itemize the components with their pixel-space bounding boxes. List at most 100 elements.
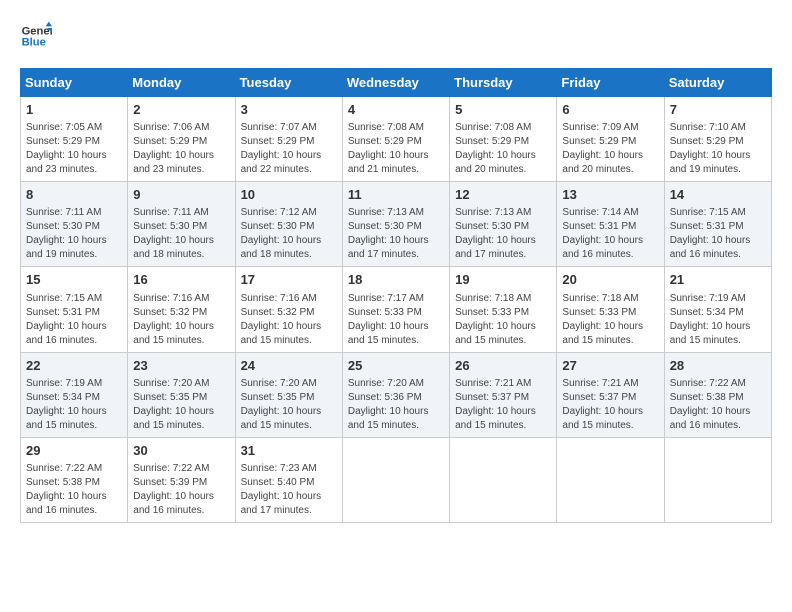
day-number: 3 <box>241 101 337 119</box>
calendar-cell: 6Sunrise: 7:09 AM Sunset: 5:29 PM Daylig… <box>557 97 664 182</box>
calendar-cell <box>664 437 771 522</box>
day-info: Sunrise: 7:17 AM Sunset: 5:33 PM Dayligh… <box>348 292 444 348</box>
calendar-cell: 28 Sunrise: 7:22 AM Sunset: 5:38 PM Dayli… <box>664 352 771 437</box>
calendar-cell: 17 Sunrise: 7:16 AM Sunset: 5:32 PM Dayli… <box>235 267 342 352</box>
calendar-cell: 11Sunrise: 7:13 AM Sunset: 5:30 PM Dayli… <box>342 182 449 267</box>
calendar-cell: 1 Sunrise: 7:05 AM Sunset: 5:29 PM Daylig… <box>21 97 128 182</box>
calendar-cell: 14 Sunrise: 7:15 AM Sunset: 5:31 PM Dayli… <box>664 182 771 267</box>
day-number: 27 <box>562 357 658 375</box>
day-number: 14 <box>670 186 766 204</box>
weekday-header-wednesday: Wednesday <box>342 69 449 97</box>
day-info: Sunrise: 7:10 AM Sunset: 5:29 PM Dayligh… <box>670 121 766 177</box>
day-number: 8 <box>26 186 122 204</box>
weekday-header-tuesday: Tuesday <box>235 69 342 97</box>
day-number: 28 <box>670 357 766 375</box>
day-info: Sunrise: 7:22 AM Sunset: 5:38 PM Dayligh… <box>26 462 122 518</box>
day-info: Sunrise: 7:21 AM Sunset: 5:37 PM Dayligh… <box>455 377 551 433</box>
weekday-header-monday: Monday <box>128 69 235 97</box>
day-number: 6 <box>562 101 658 119</box>
day-info: Sunrise: 7:19 AM Sunset: 5:34 PM Dayligh… <box>26 377 122 433</box>
day-number: 15 <box>26 271 122 289</box>
day-number: 26 <box>455 357 551 375</box>
calendar-cell <box>342 437 449 522</box>
calendar-cell: 21 Sunrise: 7:19 AM Sunset: 5:34 PM Dayli… <box>664 267 771 352</box>
calendar-week-row: 29Sunrise: 7:22 AM Sunset: 5:38 PM Dayli… <box>21 437 772 522</box>
calendar-cell: 2 Sunrise: 7:06 AM Sunset: 5:29 PM Daylig… <box>128 97 235 182</box>
day-info: Sunrise: 7:11 AM Sunset: 5:30 PM Dayligh… <box>26 206 122 262</box>
calendar-cell: 9 Sunrise: 7:11 AM Sunset: 5:30 PM Daylig… <box>128 182 235 267</box>
day-number: 16 <box>133 271 229 289</box>
calendar-cell: 20 Sunrise: 7:18 AM Sunset: 5:33 PM Dayli… <box>557 267 664 352</box>
day-info: Sunrise: 7:18 AM Sunset: 5:33 PM Dayligh… <box>562 292 658 348</box>
day-number: 9 <box>133 186 229 204</box>
weekday-header-row: SundayMondayTuesdayWednesdayThursdayFrid… <box>21 69 772 97</box>
day-info: Sunrise: 7:19 AM Sunset: 5:34 PM Dayligh… <box>670 292 766 348</box>
weekday-header-thursday: Thursday <box>450 69 557 97</box>
svg-text:General: General <box>22 25 52 37</box>
calendar-week-row: 22 Sunrise: 7:19 AM Sunset: 5:34 PM Dayli… <box>21 352 772 437</box>
calendar-cell: 31 Sunrise: 7:23 AM Sunset: 5:40 PM Dayli… <box>235 437 342 522</box>
calendar-week-row: 15 Sunrise: 7:15 AM Sunset: 5:31 PM Dayli… <box>21 267 772 352</box>
day-info: Sunrise: 7:06 AM Sunset: 5:29 PM Dayligh… <box>133 121 229 177</box>
day-info: Sunrise: 7:15 AM Sunset: 5:31 PM Dayligh… <box>670 206 766 262</box>
day-number: 20 <box>562 271 658 289</box>
day-info: Sunrise: 7:11 AM Sunset: 5:30 PM Dayligh… <box>133 206 229 262</box>
day-info: Sunrise: 7:12 AM Sunset: 5:30 PM Dayligh… <box>241 206 337 262</box>
day-info: Sunrise: 7:23 AM Sunset: 5:40 PM Dayligh… <box>241 462 337 518</box>
day-info: Sunrise: 7:20 AM Sunset: 5:35 PM Dayligh… <box>241 377 337 433</box>
svg-text:Blue: Blue <box>22 37 46 49</box>
calendar-cell: 3 Sunrise: 7:07 AM Sunset: 5:29 PM Daylig… <box>235 97 342 182</box>
calendar-cell: 30Sunrise: 7:22 AM Sunset: 5:39 PM Dayli… <box>128 437 235 522</box>
calendar-cell: 19 Sunrise: 7:18 AM Sunset: 5:33 PM Dayli… <box>450 267 557 352</box>
calendar-cell: 25 Sunrise: 7:20 AM Sunset: 5:36 PM Dayli… <box>342 352 449 437</box>
day-number: 23 <box>133 357 229 375</box>
day-info: Sunrise: 7:20 AM Sunset: 5:35 PM Dayligh… <box>133 377 229 433</box>
logo-icon: General Blue <box>20 20 52 52</box>
calendar-cell <box>557 437 664 522</box>
calendar-cell <box>450 437 557 522</box>
day-number: 18 <box>348 271 444 289</box>
day-number: 31 <box>241 442 337 460</box>
day-number: 19 <box>455 271 551 289</box>
day-number: 4 <box>348 101 444 119</box>
day-number: 1 <box>26 101 122 119</box>
day-number: 17 <box>241 271 337 289</box>
day-number: 2 <box>133 101 229 119</box>
day-info: Sunrise: 7:16 AM Sunset: 5:32 PM Dayligh… <box>241 292 337 348</box>
day-number: 21 <box>670 271 766 289</box>
calendar-cell: 12 Sunrise: 7:13 AM Sunset: 5:30 PM Dayli… <box>450 182 557 267</box>
day-number: 22 <box>26 357 122 375</box>
calendar-cell: 26 Sunrise: 7:21 AM Sunset: 5:37 PM Dayli… <box>450 352 557 437</box>
day-info: Sunrise: 7:22 AM Sunset: 5:39 PM Dayligh… <box>133 462 229 518</box>
calendar-cell: 27 Sunrise: 7:21 AM Sunset: 5:37 PM Dayli… <box>557 352 664 437</box>
day-number: 25 <box>348 357 444 375</box>
day-info: Sunrise: 7:21 AM Sunset: 5:37 PM Dayligh… <box>562 377 658 433</box>
day-info: Sunrise: 7:08 AM Sunset: 5:29 PM Dayligh… <box>455 121 551 177</box>
day-number: 24 <box>241 357 337 375</box>
day-info: Sunrise: 7:20 AM Sunset: 5:36 PM Dayligh… <box>348 377 444 433</box>
calendar-cell: 5Sunrise: 7:08 AM Sunset: 5:29 PM Daylig… <box>450 97 557 182</box>
day-info: Sunrise: 7:07 AM Sunset: 5:29 PM Dayligh… <box>241 121 337 177</box>
day-info: Sunrise: 7:18 AM Sunset: 5:33 PM Dayligh… <box>455 292 551 348</box>
day-info: Sunrise: 7:15 AM Sunset: 5:31 PM Dayligh… <box>26 292 122 348</box>
day-info: Sunrise: 7:22 AM Sunset: 5:38 PM Dayligh… <box>670 377 766 433</box>
day-info: Sunrise: 7:05 AM Sunset: 5:29 PM Dayligh… <box>26 121 122 177</box>
calendar-cell: 16 Sunrise: 7:16 AM Sunset: 5:32 PM Dayli… <box>128 267 235 352</box>
calendar-cell: 23 Sunrise: 7:20 AM Sunset: 5:35 PM Dayli… <box>128 352 235 437</box>
calendar-table: SundayMondayTuesdayWednesdayThursdayFrid… <box>20 68 772 523</box>
header: General Blue <box>20 20 772 52</box>
weekday-header-saturday: Saturday <box>664 69 771 97</box>
calendar-cell: 7 Sunrise: 7:10 AM Sunset: 5:29 PM Daylig… <box>664 97 771 182</box>
day-number: 12 <box>455 186 551 204</box>
day-info: Sunrise: 7:13 AM Sunset: 5:30 PM Dayligh… <box>455 206 551 262</box>
day-number: 11 <box>348 186 444 204</box>
logo: General Blue <box>20 20 52 52</box>
day-number: 13 <box>562 186 658 204</box>
calendar-cell: 18 Sunrise: 7:17 AM Sunset: 5:33 PM Dayli… <box>342 267 449 352</box>
day-info: Sunrise: 7:16 AM Sunset: 5:32 PM Dayligh… <box>133 292 229 348</box>
calendar-cell: 8 Sunrise: 7:11 AM Sunset: 5:30 PM Daylig… <box>21 182 128 267</box>
calendar-cell: 13 Sunrise: 7:14 AM Sunset: 5:31 PM Dayli… <box>557 182 664 267</box>
day-number: 7 <box>670 101 766 119</box>
day-info: Sunrise: 7:14 AM Sunset: 5:31 PM Dayligh… <box>562 206 658 262</box>
weekday-header-friday: Friday <box>557 69 664 97</box>
